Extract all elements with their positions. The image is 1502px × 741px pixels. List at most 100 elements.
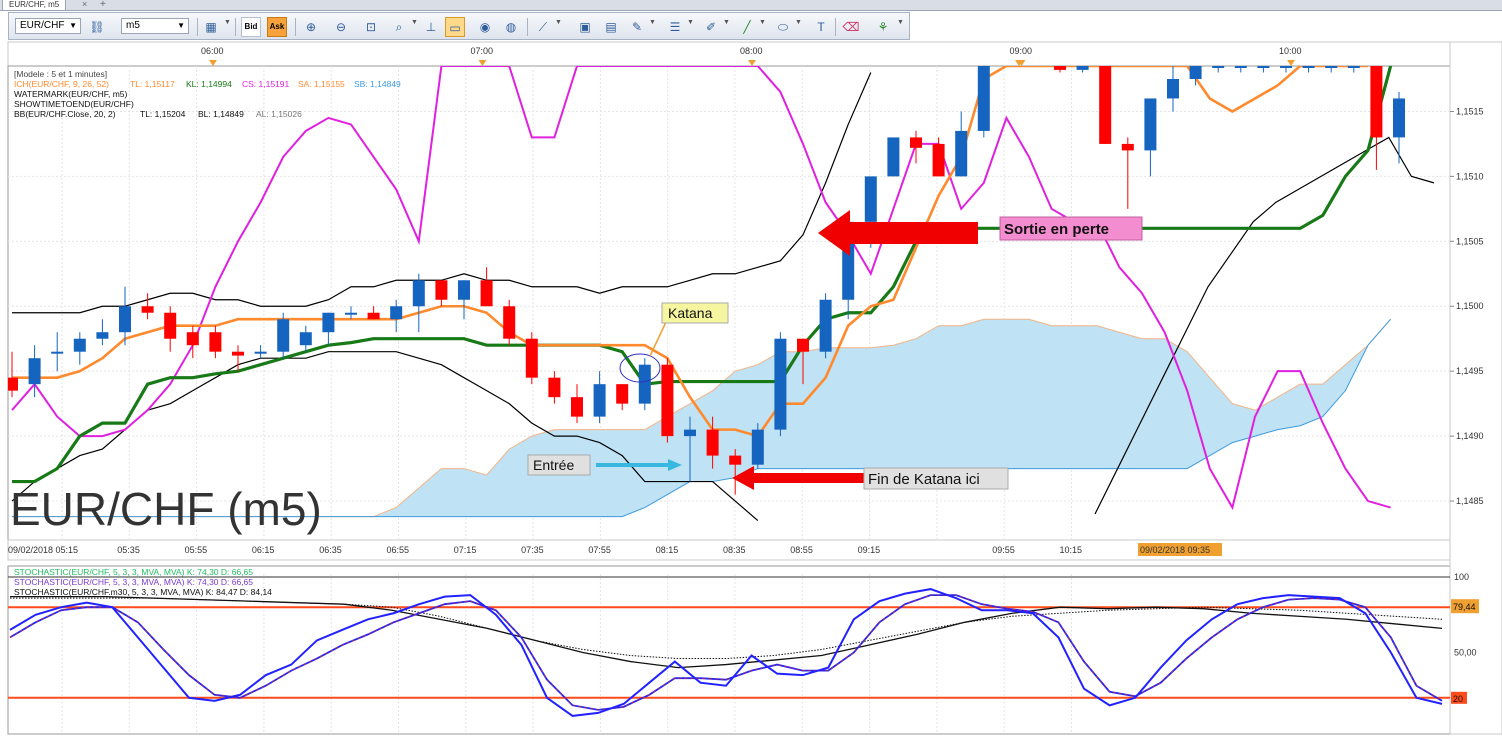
top-time-label: 09:00 — [1010, 46, 1033, 56]
candle-body — [684, 429, 696, 437]
candle-body — [1347, 66, 1360, 68]
legend-ichimoku-item: CS: 1,15191 — [242, 79, 290, 89]
chart-watermark-title: EUR/CHF (m5) — [10, 483, 322, 535]
candle-body — [955, 130, 968, 177]
time-tick-label: 09:15 — [858, 545, 881, 555]
time-tick-label: 08:15 — [656, 545, 679, 555]
candle-body — [1212, 66, 1225, 68]
candle-body — [1370, 66, 1383, 138]
candle-body — [254, 351, 267, 354]
candle-body — [638, 364, 651, 404]
candle-body — [480, 280, 493, 307]
candle-body — [593, 384, 606, 417]
candle-body — [96, 332, 109, 339]
legend-ichimoku-item: ICH(EUR/CHF, 9, 26, 52) — [14, 79, 109, 89]
legend-watermark: WATERMARK(EUR/CHF, m5) — [14, 89, 128, 99]
fin-label: Fin de Katana ici — [868, 471, 980, 488]
stoch-legend-item: STOCHASTIC(EUR/CHF, 5, 3, 3, MVA, MVA) K… — [14, 577, 253, 587]
legend-ichimoku-item: SB: 1,14849 — [354, 79, 401, 89]
sortie-label: Sortie en perte — [1004, 221, 1109, 238]
candle-body — [503, 306, 516, 339]
stoch-level-label: 79,44 — [1453, 602, 1476, 612]
candle-body — [1393, 98, 1405, 138]
candle-body — [1189, 66, 1202, 79]
candle-body — [797, 338, 809, 352]
candle-body — [548, 377, 561, 398]
top-time-label: 10:00 — [1279, 46, 1302, 56]
price-tick-label: 1,1515 — [1456, 106, 1484, 116]
candle-body — [525, 338, 538, 378]
candle-body — [1302, 66, 1315, 68]
candle-body — [864, 176, 877, 222]
sortie-arrow-line — [848, 222, 978, 244]
candle-body — [141, 306, 154, 313]
legend-ichimoku-item: SA: 1,15155 — [298, 79, 345, 89]
time-tick-label: 07:35 — [521, 545, 544, 555]
legend-bb-name: BB(EUR/CHF.Close, 20, 2) — [14, 109, 116, 119]
time-tick-label: 08:55 — [790, 545, 813, 555]
candle-body — [232, 351, 244, 356]
legend-ichimoku-item: TL: 1,15117 — [130, 79, 175, 89]
current-time-marker-label: 09/02/2018 09:35 — [1140, 545, 1210, 555]
price-tick-label: 1,1495 — [1456, 366, 1484, 376]
stoch-tick-label: 100 — [1454, 572, 1469, 582]
candle-body — [28, 358, 41, 385]
top-time-label: 06:00 — [201, 46, 224, 56]
candle-body — [209, 332, 222, 352]
candle-body — [1325, 66, 1338, 68]
time-tick-label: 05:35 — [117, 545, 140, 555]
candle-body — [729, 455, 742, 465]
price-tick-label: 1,1510 — [1456, 171, 1484, 181]
candle-body — [661, 364, 674, 437]
time-tick-label: 06:15 — [252, 545, 275, 555]
top-time-label: 07:00 — [471, 46, 494, 56]
candle-body — [299, 332, 312, 346]
candle-body — [73, 338, 86, 352]
candle-body — [51, 351, 64, 354]
candle-body — [1234, 66, 1247, 68]
price-tick-label: 1,1485 — [1456, 496, 1484, 506]
top-time-label: 08:00 — [740, 46, 763, 56]
candle-body — [1280, 66, 1292, 68]
candle-body — [119, 306, 131, 333]
katana-label: Katana — [668, 305, 713, 321]
time-tick-label: 09/02/2018 05:15 — [8, 545, 78, 555]
candle-body — [412, 280, 425, 307]
price-axis-area — [1449, 41, 1502, 735]
candle-body — [390, 306, 403, 320]
candle-body — [435, 280, 448, 300]
candle-body — [977, 66, 990, 131]
candle-body — [571, 397, 583, 417]
candle-body — [367, 312, 380, 320]
time-tick-label: 07:55 — [588, 545, 611, 555]
time-tick-label: 06:35 — [319, 545, 342, 555]
time-tick-label: 08:35 — [723, 545, 746, 555]
stoch-legend-item: STOCHASTIC(EUR/CHF, 5, 3, 3, MVA, MVA) K… — [14, 567, 253, 577]
candle-body — [1121, 143, 1134, 151]
legend-ichimoku-item: KL: 1,14994 — [186, 79, 232, 89]
stoch-legend-item: STOCHASTIC(EUR/CHF.m30, 5, 3, 3, MVA, MV… — [14, 587, 272, 597]
candle-body — [1167, 78, 1179, 99]
candle-body — [1076, 66, 1089, 70]
candle-body — [458, 280, 470, 300]
top-time-axis — [7, 41, 1451, 67]
price-tick-label: 1,1500 — [1456, 301, 1484, 311]
time-tick-label: 09:55 — [992, 545, 1015, 555]
legend-showtime: SHOWTIMETOEND(EUR/CHF) — [14, 99, 134, 109]
price-tick-label: 1,1490 — [1456, 431, 1484, 441]
candle-body — [774, 338, 787, 430]
legend-bb-tl: TL: 1,15204 — [140, 109, 186, 119]
candle-body — [706, 429, 719, 456]
time-tick-label: 07:15 — [454, 545, 477, 555]
candle-body — [1099, 66, 1112, 144]
candle-body — [277, 319, 290, 352]
fin-arrow-line — [752, 473, 864, 483]
price-chart[interactable]: 1,1515 1,1510 1,1505 1,1500 1,1495 1,1490 1,14… — [0, 0, 1502, 741]
candle-body — [345, 312, 357, 315]
time-tick-label: 06:55 — [387, 545, 410, 555]
candle-body — [186, 332, 199, 346]
price-tick-label: 1,1505 — [1456, 236, 1484, 246]
candle-body — [887, 137, 900, 177]
candle-body — [910, 137, 922, 148]
time-tick-label: 05:55 — [185, 545, 208, 555]
